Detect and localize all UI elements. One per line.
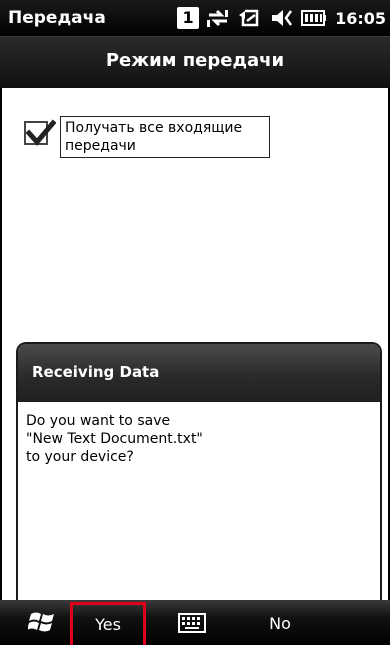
checkmark-icon: [26, 119, 56, 146]
dialog-message-line: Do you want to save: [26, 413, 171, 429]
page-title: Режим передачи: [105, 50, 285, 71]
sync-icon[interactable]: [237, 7, 263, 29]
main-content: Получать все входящие передачи Receiving…: [0, 88, 390, 600]
receive-all-label[interactable]: Получать все входящие передачи: [60, 116, 270, 158]
receive-all-checkbox[interactable]: [24, 119, 56, 146]
title-bar: Режим передачи: [0, 36, 390, 88]
connectivity-icon[interactable]: [205, 7, 231, 29]
receiving-data-dialog: Receiving Data Do you want to save "New …: [16, 342, 382, 600]
keyboard-icon[interactable]: [178, 613, 206, 633]
yes-button[interactable]: Yes: [70, 602, 146, 645]
volume-muted-icon[interactable]: [269, 7, 295, 29]
status-icons: 1 16:05: [177, 5, 386, 31]
status-bar: Передача 1 16:05: [0, 0, 390, 36]
dialog-title: Receiving Data: [32, 363, 160, 381]
no-button[interactable]: No: [250, 602, 310, 645]
device-screen: Передача 1 16:05 Режим передачи Получать…: [0, 0, 390, 645]
status-app-title[interactable]: Передача: [8, 8, 106, 28]
dialog-message-line: "New Text Document.txt": [26, 431, 203, 447]
dialog-message: Do you want to save "New Text Document.t…: [26, 412, 372, 466]
bottom-softkey-bar: Yes No: [0, 600, 390, 645]
dialog-message-line: to your device?: [26, 449, 134, 465]
clock[interactable]: 16:05: [335, 9, 386, 28]
dialog-header: Receiving Data: [18, 344, 380, 402]
windows-start-icon[interactable]: [28, 608, 58, 636]
notification-count[interactable]: 1: [177, 7, 200, 29]
battery-icon[interactable]: [301, 7, 327, 29]
